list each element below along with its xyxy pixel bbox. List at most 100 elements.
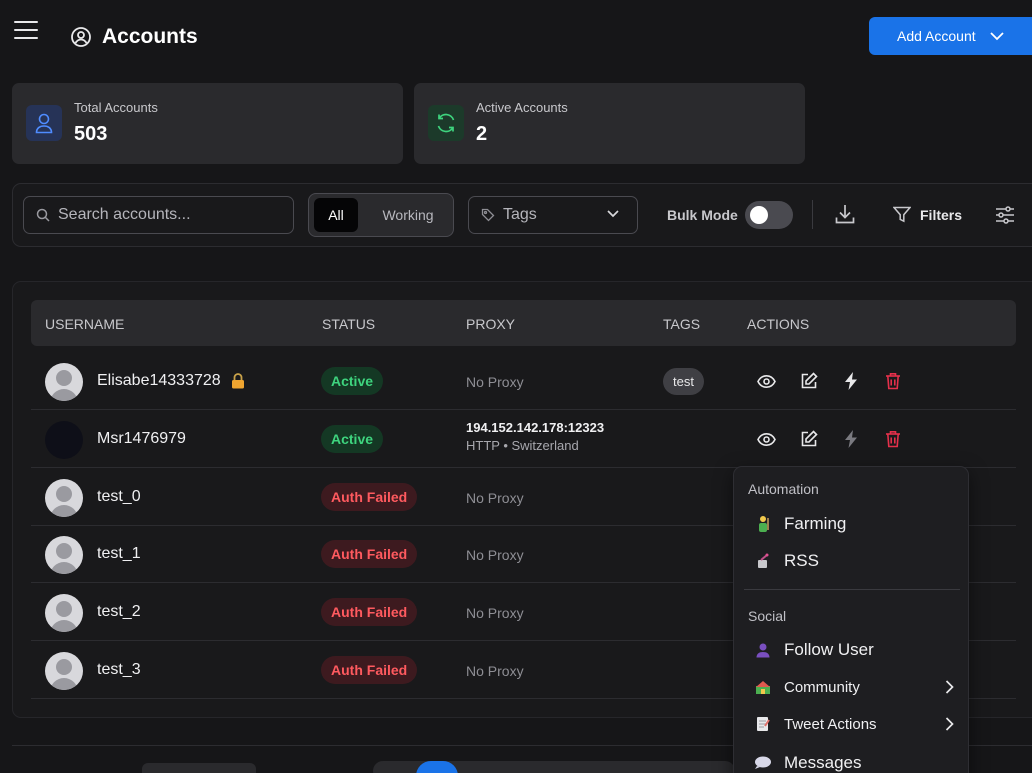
rss-icon <box>754 552 772 570</box>
user-silhouette-icon <box>754 641 772 659</box>
username: test_1 <box>97 545 141 562</box>
search-placeholder: Search accounts... <box>58 206 191 223</box>
username: test_3 <box>97 661 141 678</box>
column-proxy[interactable]: PROXY <box>466 316 515 332</box>
tags-placeholder: Tags <box>503 206 537 223</box>
username: Msr1476979 <box>97 430 186 447</box>
active-accounts-card: Active Accounts 2 <box>414 83 805 164</box>
memo-icon <box>754 715 772 733</box>
automation-section-title: Automation <box>748 481 819 497</box>
username: test_0 <box>97 488 141 505</box>
status-badge: Active <box>321 367 384 395</box>
menu-toggle-button[interactable] <box>14 21 38 41</box>
menu-item-messages[interactable]: Messages <box>754 749 954 773</box>
delete-icon[interactable] <box>885 430 901 448</box>
username: test_2 <box>97 603 141 620</box>
tag-chip: test <box>663 368 704 395</box>
social-section-title: Social <box>748 608 787 624</box>
avatar <box>45 652 83 690</box>
filters-button[interactable]: Filters <box>893 206 962 223</box>
active-accounts-value: 2 <box>476 123 488 145</box>
lock-icon <box>231 373 245 389</box>
proxy-value: No Proxy <box>466 605 524 621</box>
column-settings-icon[interactable] <box>995 205 1015 225</box>
chevron-right-icon <box>945 717 954 731</box>
status-badge: Auth Failed <box>321 598 418 626</box>
delete-icon[interactable] <box>885 372 901 390</box>
view-eye-icon[interactable] <box>757 372 776 391</box>
segment-working[interactable]: Working <box>368 198 448 232</box>
avatar <box>45 594 83 632</box>
menu-item-label: RSS <box>784 551 819 570</box>
speech-bubble-icon <box>754 754 772 772</box>
table-header <box>31 300 1016 346</box>
total-accounts-label: Total Accounts <box>74 100 158 115</box>
view-eye-icon[interactable] <box>757 430 776 449</box>
menu-divider <box>744 589 960 590</box>
bulk-mode-toggle[interactable] <box>745 201 793 229</box>
chevron-down-icon <box>607 210 619 218</box>
bulk-mode-label: Bulk Mode <box>667 207 738 223</box>
tags-select[interactable]: Tags <box>468 196 638 234</box>
active-accounts-label: Active Accounts <box>476 100 568 115</box>
edit-icon[interactable] <box>800 372 818 390</box>
actions-dropdown-menu: Automation Farming RSS Social Follow Use… <box>733 466 969 773</box>
add-account-button[interactable]: Add Account <box>869 17 1032 55</box>
column-actions: ACTIONS <box>747 316 810 332</box>
column-status[interactable]: STATUS <box>322 316 375 332</box>
menu-item-label: Follow User <box>784 640 874 659</box>
table-row[interactable]: Msr1476979 Active 194.152.142.178:12323 … <box>31 410 1016 468</box>
avatar <box>45 421 83 459</box>
avatar <box>45 363 83 401</box>
status-badge: Active <box>321 425 384 453</box>
lightning-icon[interactable] <box>843 372 859 390</box>
column-tags[interactable]: TAGS <box>663 316 700 332</box>
total-accounts-value: 503 <box>74 123 108 145</box>
chevron-down-icon <box>989 31 1004 41</box>
toolbar-divider <box>812 200 813 229</box>
edit-icon[interactable] <box>800 430 818 448</box>
menu-item-label: Community <box>784 678 860 696</box>
status-badge: Auth Failed <box>321 483 418 511</box>
menu-item-rss[interactable]: RSS <box>754 547 954 575</box>
house-icon <box>754 678 772 696</box>
total-accounts-card: Total Accounts 503 <box>12 83 403 164</box>
proxy-info: 194.152.142.178:12323 HTTP • Switzerland <box>466 420 604 453</box>
username: Elisabe14333728 <box>97 372 221 389</box>
proxy-address: 194.152.142.178:12323 <box>466 420 605 435</box>
status-badge: Auth Failed <box>321 656 418 684</box>
avatar <box>45 479 83 517</box>
add-account-label: Add Account <box>897 28 976 44</box>
user-icon <box>26 105 62 141</box>
column-username[interactable]: USERNAME <box>45 316 124 332</box>
farmer-icon <box>754 515 772 533</box>
proxy-value: No Proxy <box>466 374 524 390</box>
proxy-type: HTTP • Switzerland <box>466 438 579 453</box>
segment-all[interactable]: All <box>314 198 358 232</box>
lightning-icon[interactable] <box>843 430 859 448</box>
menu-item-label: Tweet Actions <box>784 715 877 733</box>
menu-item-community[interactable]: Community <box>754 673 954 701</box>
search-input[interactable]: Search accounts... <box>23 196 294 234</box>
table-row[interactable]: Elisabe14333728 Active No Proxy test <box>31 352 1016 410</box>
chevron-right-icon <box>945 680 954 694</box>
proxy-value: No Proxy <box>466 547 524 563</box>
search-icon <box>36 208 50 222</box>
tag-icon <box>481 208 495 222</box>
current-page-button[interactable] <box>416 761 458 773</box>
page-size-select[interactable] <box>142 763 256 773</box>
page-title: Accounts <box>102 25 198 48</box>
menu-item-label: Messages <box>784 753 862 772</box>
menu-item-tweet-actions[interactable]: Tweet Actions <box>754 710 954 738</box>
avatar <box>45 536 83 574</box>
menu-item-follow-user[interactable]: Follow User <box>754 636 954 664</box>
proxy-value: No Proxy <box>466 490 524 506</box>
refresh-icon <box>428 105 464 141</box>
filter-icon <box>893 206 911 223</box>
download-icon[interactable] <box>834 203 856 225</box>
menu-item-farming[interactable]: Farming <box>754 510 954 538</box>
menu-item-label: Farming <box>784 514 847 533</box>
proxy-value: No Proxy <box>466 663 524 679</box>
filters-label: Filters <box>920 206 963 223</box>
user-circle-icon <box>70 26 92 48</box>
